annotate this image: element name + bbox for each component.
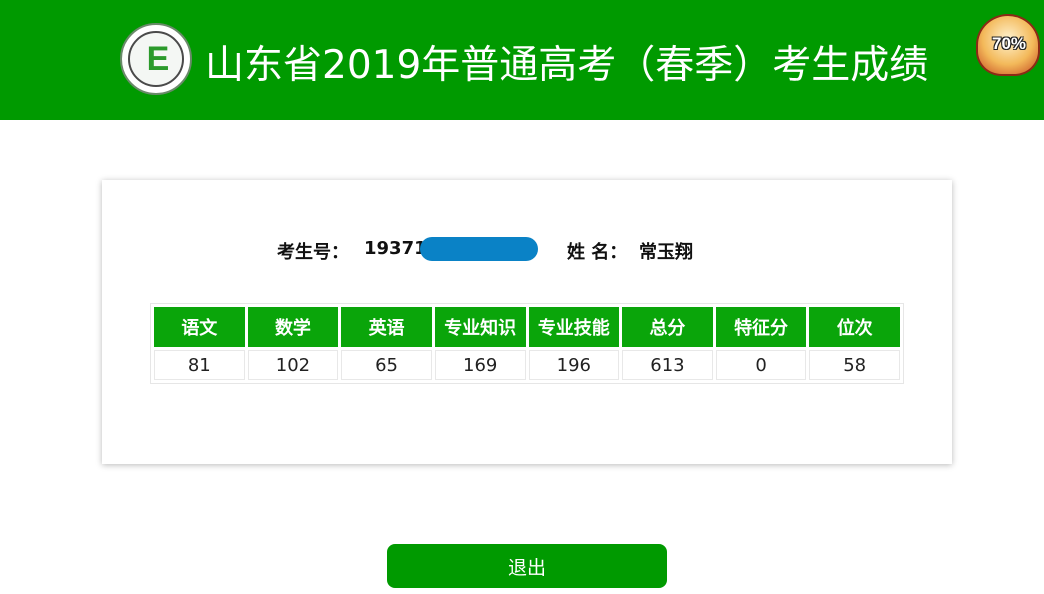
score-table-header-row: 语文 数学 英语 专业知识 专业技能 总分 特征分 位次 (154, 307, 900, 347)
name-value: 常玉翔 (639, 242, 693, 263)
logo-letter: E (146, 40, 170, 78)
name-label: 姓 名： (567, 242, 628, 263)
logo-inner-ring: E (128, 31, 184, 87)
page-header: E 山东省2019年普通高考（春季）考生成绩 70% (0, 0, 1044, 120)
col-header-professional-knowledge: 专业知识 (434, 307, 526, 347)
exam-number-label: 考生号： (277, 242, 349, 263)
score-rank: 58 (809, 350, 900, 380)
exit-button[interactable]: 退出 (387, 544, 667, 588)
col-header-english: 英语 (341, 307, 432, 347)
table-row: 81 102 65 169 196 613 0 58 (154, 350, 900, 380)
col-header-feature-score: 特征分 (715, 307, 807, 347)
col-header-chinese: 语文 (154, 307, 245, 347)
badge-percent: 70% (991, 34, 1027, 53)
score-professional-knowledge: 169 (434, 350, 526, 380)
score-chinese: 81 (154, 350, 245, 380)
score-feature: 0 (715, 350, 807, 380)
col-header-rank: 位次 (809, 307, 900, 347)
lion-badge-icon[interactable]: 70% (976, 14, 1040, 76)
score-math: 102 (247, 350, 339, 380)
score-card: 考生号： 19371 姓 名： 常玉翔 语文 数学 英语 专业知识 专业技能 总… (102, 180, 952, 464)
score-english: 65 (341, 350, 432, 380)
col-header-math: 数学 (247, 307, 339, 347)
col-header-total: 总分 (622, 307, 713, 347)
score-professional-skill: 196 (528, 350, 620, 380)
exam-number-value: 19371 (364, 238, 427, 259)
redaction-mark (420, 237, 538, 261)
score-table: 语文 数学 英语 专业知识 专业技能 总分 特征分 位次 81 102 65 1… (150, 303, 904, 384)
col-header-professional-skill: 专业技能 (528, 307, 620, 347)
exam-authority-logo-icon: E (120, 23, 192, 95)
candidate-info: 考生号： 19371 姓 名： 常玉翔 (102, 234, 952, 264)
page-title: 山东省2019年普通高考（春季）考生成绩 (205, 43, 929, 88)
score-total: 613 (622, 350, 713, 380)
